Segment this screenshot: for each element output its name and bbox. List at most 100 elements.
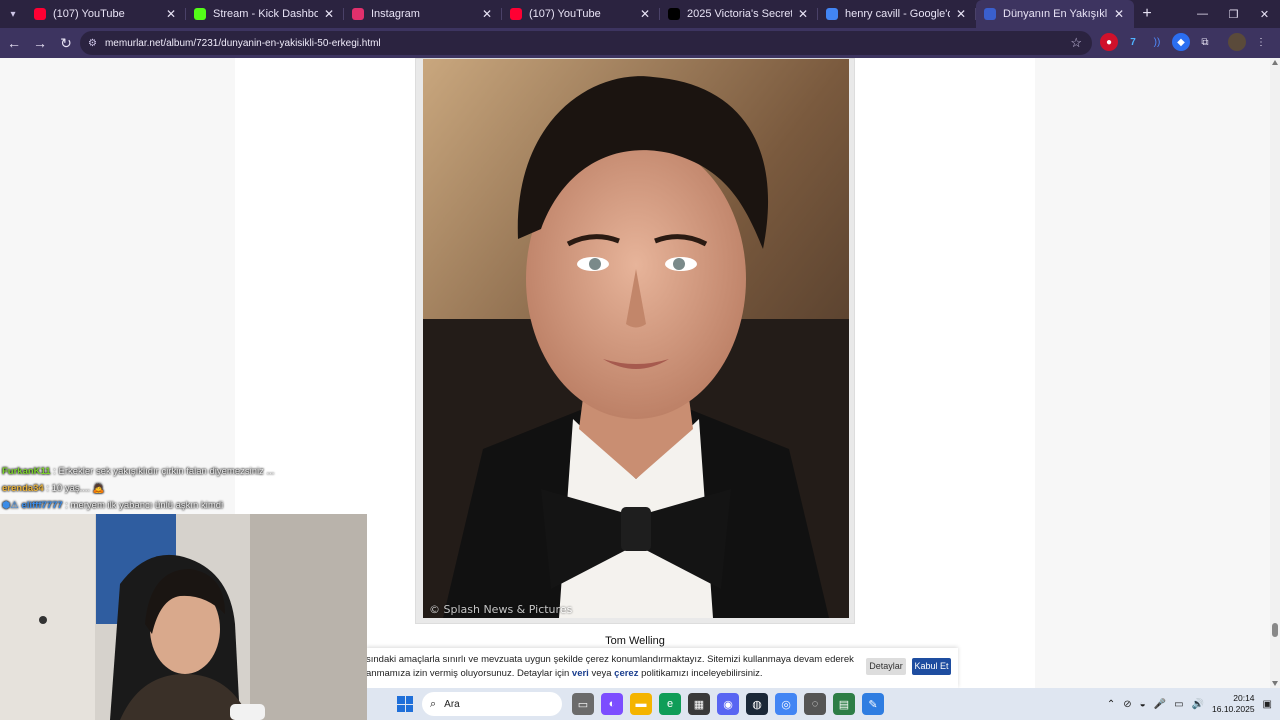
restore-button[interactable]: ❐ [1218, 0, 1249, 28]
cookie-text-part: anmamıza izin vermiş oluyorsunuz. Detayl… [366, 668, 572, 679]
steam-icon[interactable]: ◍ [746, 693, 768, 715]
tab[interactable]: Instagram ✕ [344, 0, 502, 28]
clock-time: 20:14 [1233, 693, 1255, 703]
close-window-button[interactable]: ✕ [1249, 0, 1280, 28]
tab[interactable]: Dünyanın En Yakışıklı 50 Erkeği ✕ [976, 0, 1134, 28]
tab[interactable]: (107) YouTube ✕ [26, 0, 186, 28]
tab-favicon-icon [510, 8, 522, 20]
cookie-text-line1: sındaki amaçlarla sınırlı ve mevzuata uy… [366, 654, 854, 665]
tab[interactable]: (107) YouTube ✕ [502, 0, 660, 28]
cookie-policy-link[interactable]: çerez [614, 668, 638, 679]
extension-audio-icon[interactable]: )) [1148, 33, 1166, 51]
album-photo[interactable]: © Splash News & Pictures [423, 59, 849, 618]
chat-username: elifff7777 [21, 500, 63, 511]
page-scrollbar[interactable] [1270, 58, 1280, 688]
extension-red-icon[interactable]: ● [1100, 33, 1118, 51]
store-icon[interactable]: ▦ [688, 693, 710, 715]
tab-close-icon[interactable]: ✕ [164, 7, 178, 21]
forward-button[interactable]: → [28, 31, 52, 55]
reload-button[interactable]: ↻ [54, 31, 78, 55]
chat-message: FurkanK11 : Erkekler sek yakışıklıdır çi… [2, 463, 362, 480]
file-explorer-icon[interactable]: ▬ [630, 693, 652, 715]
volume-icon[interactable]: 🔊 [1192, 699, 1204, 710]
url-text: memurlar.net/album/7231/dunyanin-en-yaki… [104, 37, 381, 49]
address-bar[interactable]: ⚙ memurlar.net/album/7231/dunyanin-en-ya… [80, 31, 1092, 55]
tab-favicon-icon [668, 8, 680, 20]
microphone-icon[interactable]: 🎤 [1154, 699, 1166, 710]
tab-favicon-icon [352, 8, 364, 20]
data-policy-link[interactable]: veri [572, 668, 589, 679]
chat-message: ⬢⚠ elifff7777 : meryem ilk yabancı ünlü … [2, 497, 362, 514]
browser-toolbar: ← → ↻ ⚙ memurlar.net/album/7231/dunyanin… [0, 28, 1280, 58]
tab-close-icon[interactable]: ✕ [1112, 7, 1126, 21]
album-photo-frame: © Splash News & Pictures [415, 58, 855, 624]
chat-text: : meryem ilk yabancı ünlü aşkın kimdi [62, 500, 224, 511]
tab[interactable]: henry cavill - Google'da Ara ✕ [818, 0, 976, 28]
obs-icon[interactable]: ◌ [804, 693, 826, 715]
scroll-up-arrow-icon[interactable] [1272, 60, 1278, 65]
tab-strip: ▾ (107) YouTube ✕ Stream - Kick Dashboard ✕… [0, 0, 1280, 28]
window-controls: — ❐ ✕ [1187, 0, 1280, 28]
cookie-details-button[interactable]: Detaylar [866, 658, 906, 675]
paint-icon[interactable]: ✎ [862, 693, 884, 715]
chat-message: erenda34 : 10 yaş.... 🙇 [2, 480, 362, 497]
back-button[interactable]: ← [2, 31, 26, 55]
tab-title: Instagram [371, 8, 420, 20]
tab-title: Dünyanın En Yakışıklı 50 Erkeği [1003, 8, 1108, 20]
cookie-accept-button[interactable]: Kabul Et [912, 658, 951, 675]
tab-title: 2025 Victoria's Secret Fashion S [687, 8, 792, 20]
search-icon: ⌕ [430, 697, 437, 710]
tab-close-icon[interactable]: ✕ [480, 7, 494, 21]
webcam-feed [0, 514, 367, 720]
taskbar-apps: ▭ ◐ ▬ e ▦ ◉ ◍ ◎ ◌ ▤ ✎ [572, 693, 884, 715]
copilot-icon[interactable]: ◐ [601, 693, 623, 715]
chat-username: erenda34 [2, 483, 44, 494]
notification-icon[interactable]: ▣ [1263, 699, 1272, 710]
site-info-icon[interactable]: ⚙ [88, 38, 97, 49]
tab-close-icon[interactable]: ✕ [638, 7, 652, 21]
extension-7tv-icon[interactable]: 7 [1124, 33, 1142, 51]
taskbar-search[interactable]: ⌕ Ara [422, 692, 562, 716]
badge-icon: ⬢⚠ [2, 500, 22, 511]
tab-favicon-icon [984, 8, 996, 20]
chrome-icon[interactable]: ◎ [775, 693, 797, 715]
tab-title: henry cavill - Google'da Ara [845, 8, 950, 20]
cookie-text-part: politikamızı inceleyebilirsiniz. [638, 668, 763, 679]
start-button[interactable] [397, 696, 413, 712]
task-view-icon[interactable]: ▭ [572, 693, 594, 715]
clock[interactable]: 20:14 16.10.2025 [1212, 693, 1255, 715]
display-icon[interactable]: ▭ [1174, 699, 1183, 710]
extensions-puzzle-icon[interactable]: ⧉ [1196, 33, 1214, 51]
edge-icon[interactable]: e [659, 693, 681, 715]
tab[interactable]: Stream - Kick Dashboard ✕ [186, 0, 344, 28]
tab-close-icon[interactable]: ✕ [954, 7, 968, 21]
tab-search-button[interactable]: ▾ [0, 0, 26, 28]
chat-text: : Erkekler sek yakışıklıdır çirkin falan… [50, 466, 275, 477]
profile-avatar[interactable] [1228, 33, 1246, 51]
scroll-down-arrow-icon[interactable] [1272, 681, 1278, 686]
tab-close-icon[interactable]: ✕ [796, 7, 810, 21]
tab[interactable]: 2025 Victoria's Secret Fashion S ✕ [660, 0, 818, 28]
new-tab-button[interactable]: + [1134, 5, 1160, 23]
tray-app-icon[interactable]: ◒ [1140, 699, 1146, 710]
tab-favicon-icon [194, 8, 206, 20]
stream-chat-overlay: FurkanK11 : Erkekler sek yakışıklıdır çi… [2, 463, 362, 514]
taskbar-search-label: Ara [444, 698, 460, 710]
extension-blue-icon[interactable]: ◆ [1172, 33, 1190, 51]
minimize-button[interactable]: — [1187, 0, 1218, 28]
cookie-text-part: veya [588, 668, 615, 679]
tab-title: Stream - Kick Dashboard [213, 8, 318, 20]
app-icon[interactable]: ▤ [833, 693, 855, 715]
clock-date: 16.10.2025 [1212, 704, 1255, 714]
cookie-text-line2: anmamıza izin vermiş oluyorsunuz. Detayl… [366, 667, 856, 681]
tray-chevron-icon[interactable]: ⌃ [1107, 699, 1115, 710]
browser-menu-icon[interactable]: ⋮ [1252, 33, 1270, 51]
tab-close-icon[interactable]: ✕ [322, 7, 336, 21]
scroll-thumb[interactable] [1272, 623, 1278, 637]
tab-favicon-icon [826, 8, 838, 20]
cookie-banner: sındaki amaçlarla sınırlı ve mevzuata uy… [366, 648, 958, 688]
tray-network-off-icon[interactable]: ⊘ [1123, 699, 1131, 710]
bookmark-star-icon[interactable]: ☆ [1070, 35, 1082, 51]
discord-icon[interactable]: ◉ [717, 693, 739, 715]
photo-watermark: © Splash News & Pictures [429, 603, 573, 616]
